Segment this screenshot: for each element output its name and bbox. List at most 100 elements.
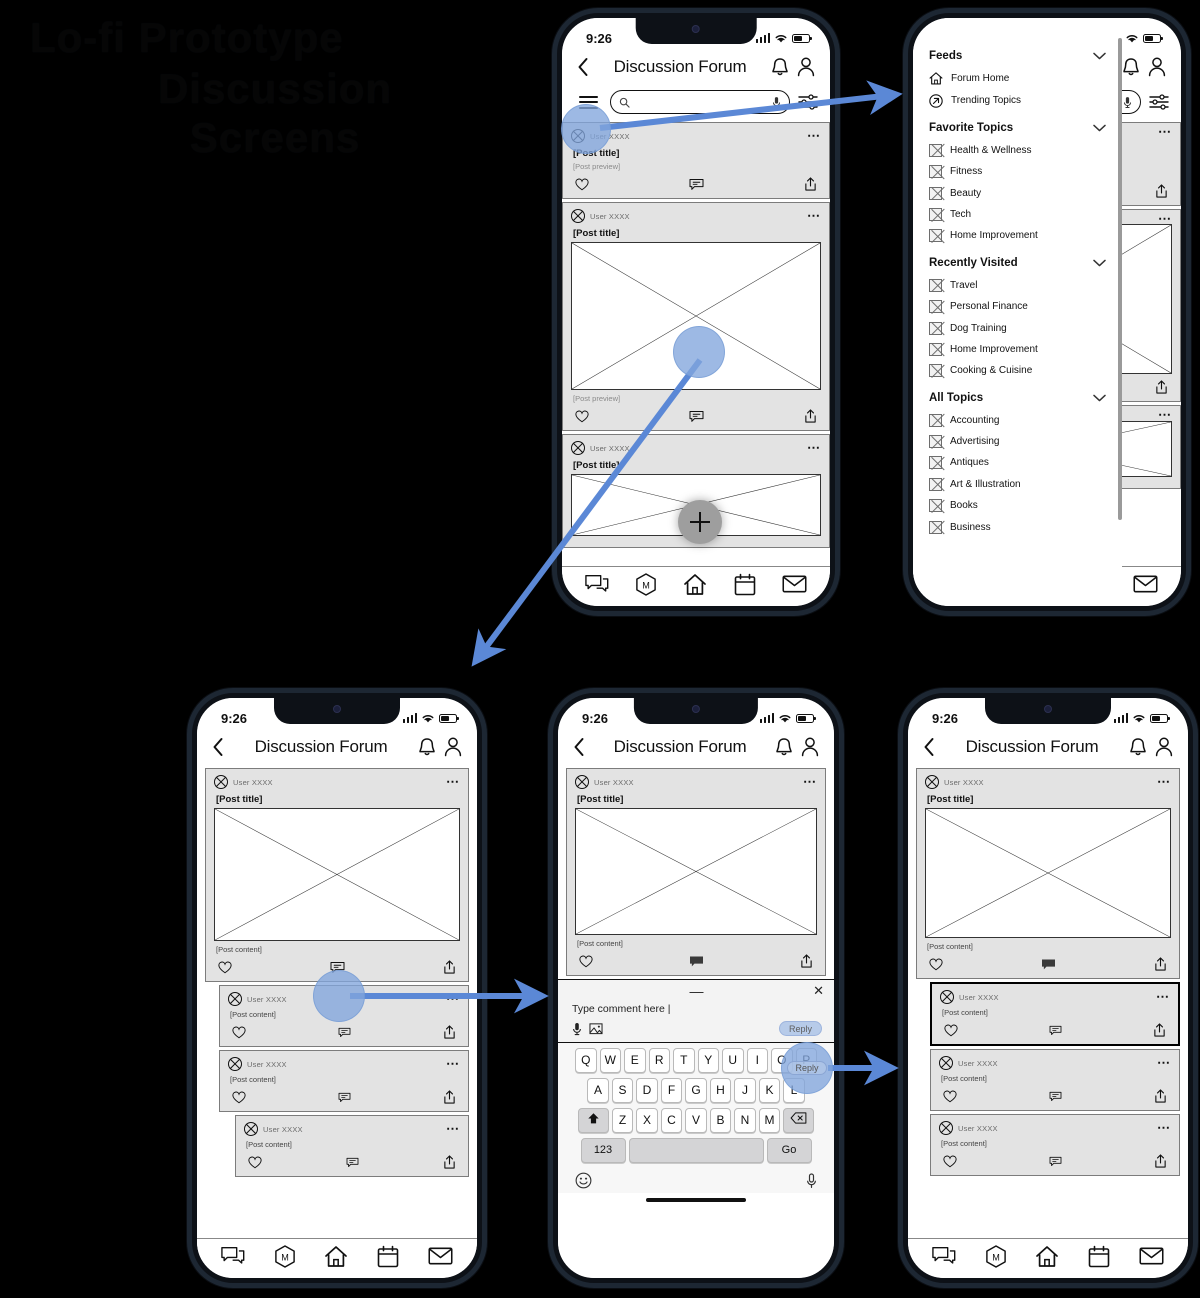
microphone-icon[interactable]: [1123, 96, 1132, 109]
key-u[interactable]: U: [722, 1048, 744, 1073]
key-g[interactable]: G: [685, 1078, 707, 1103]
chevron-down-icon[interactable]: [1093, 259, 1106, 267]
nav-messages[interactable]: [221, 1246, 245, 1272]
comment-icon[interactable]: [1049, 1091, 1062, 1102]
more-options-icon[interactable]: ⋯: [446, 1057, 460, 1069]
heart-icon[interactable]: [218, 961, 232, 974]
comment-icon[interactable]: [1049, 1156, 1062, 1167]
notification-bell-icon[interactable]: [770, 56, 790, 78]
more-options-icon[interactable]: ⋯: [1158, 125, 1172, 137]
comment-input[interactable]: Type comment here |: [568, 998, 824, 1021]
drawer-section-header[interactable]: All Topics: [929, 392, 1106, 404]
close-icon[interactable]: ✕: [813, 984, 824, 997]
more-options-icon[interactable]: ⋯: [807, 129, 821, 141]
share-icon[interactable]: [1153, 1023, 1166, 1037]
filter-sliders-icon[interactable]: [798, 93, 818, 111]
heart-icon[interactable]: [248, 1156, 262, 1169]
user-profile-icon[interactable]: [796, 56, 816, 78]
key-x[interactable]: X: [636, 1108, 658, 1133]
drawer-item-dog-training[interactable]: Dog Training: [929, 317, 1106, 338]
share-icon[interactable]: [1155, 183, 1168, 198]
comment-card[interactable]: User XXXX ⋯ [Post content]: [219, 1050, 469, 1112]
post-card-main[interactable]: User XXXX ⋯ [Post title] [Post content]: [916, 768, 1180, 979]
comment-card[interactable]: User XXXX ⋯ [Post content]: [930, 1049, 1180, 1111]
comment-icon[interactable]: [689, 410, 704, 423]
user-profile-icon[interactable]: [800, 736, 820, 758]
key-y[interactable]: Y: [697, 1048, 719, 1073]
key-i[interactable]: I: [746, 1048, 768, 1073]
reply-hotspot[interactable]: Reply: [781, 1042, 833, 1094]
post-detail-body[interactable]: User XXXX ⋯ [Post title] [Post content]: [908, 768, 1188, 1238]
bottom-navigation[interactable]: M: [908, 1238, 1188, 1278]
key-w[interactable]: W: [599, 1048, 621, 1073]
key-z[interactable]: Z: [611, 1108, 634, 1133]
drawer-item-health-wellness[interactable]: Health & Wellness: [929, 140, 1106, 161]
key-f[interactable]: F: [660, 1078, 683, 1103]
drawer-section-header[interactable]: Recently Visited: [929, 257, 1106, 269]
nav-home[interactable]: [1035, 1245, 1059, 1273]
key-h[interactable]: H: [709, 1078, 732, 1103]
comment-icon[interactable]: [689, 178, 704, 191]
microphone-icon[interactable]: [806, 1172, 817, 1189]
heart-icon[interactable]: [943, 1155, 957, 1168]
share-icon[interactable]: [443, 1090, 456, 1104]
heart-icon[interactable]: [232, 1091, 246, 1104]
emoji-smiley-icon[interactable]: [575, 1172, 592, 1189]
post-image-placeholder[interactable]: [925, 808, 1171, 938]
more-options-icon[interactable]: ⋯: [1158, 408, 1172, 420]
notification-bell-icon[interactable]: [1128, 736, 1148, 758]
drawer-item-trending-topics[interactable]: Trending Topics: [929, 89, 1106, 111]
post-image-placeholder[interactable]: [214, 808, 460, 941]
image-attach-icon[interactable]: [589, 1022, 603, 1035]
share-icon[interactable]: [1154, 1154, 1167, 1168]
user-profile-icon[interactable]: [443, 736, 463, 758]
nav-mail[interactable]: [1139, 1246, 1164, 1271]
comment-card-new[interactable]: User XXXX ⋯ [Post content]: [930, 982, 1180, 1046]
chevron-down-icon[interactable]: [1093, 394, 1106, 402]
nav-home[interactable]: [683, 573, 707, 601]
minimize-icon[interactable]: —: [580, 984, 813, 998]
heart-icon[interactable]: [575, 410, 589, 423]
nav-messages[interactable]: [585, 574, 609, 600]
drawer-item-accounting[interactable]: Accounting: [929, 410, 1106, 431]
key-m[interactable]: M: [758, 1108, 781, 1133]
microphone-icon[interactable]: [572, 1022, 582, 1036]
drawer-item-home-improvement[interactable]: Home Improvement: [929, 225, 1106, 246]
drawer-item-books[interactable]: Books: [929, 495, 1106, 516]
bottom-navigation[interactable]: M: [197, 1238, 477, 1278]
key-r[interactable]: R: [648, 1048, 670, 1073]
share-icon[interactable]: [1154, 1089, 1167, 1103]
key-j[interactable]: J: [734, 1078, 756, 1103]
drawer-item-beauty[interactable]: Beauty: [929, 183, 1106, 204]
more-options-icon[interactable]: ⋯: [803, 775, 817, 787]
back-chevron-icon[interactable]: [922, 737, 936, 757]
more-options-icon[interactable]: ⋯: [807, 209, 821, 221]
key-s[interactable]: S: [611, 1078, 634, 1103]
notification-bell-icon[interactable]: [774, 736, 794, 758]
notification-bell-icon[interactable]: [1121, 56, 1141, 78]
back-chevron-icon[interactable]: [572, 737, 586, 757]
post-card-main[interactable]: User XXXX ⋯ [Post title] [Post content]: [205, 768, 469, 982]
more-options-icon[interactable]: ⋯: [1156, 990, 1170, 1002]
comment-card[interactable]: User XXXX ⋯ [Post content]: [235, 1115, 469, 1177]
key-k[interactable]: K: [758, 1078, 781, 1103]
more-options-icon[interactable]: ⋯: [1158, 212, 1172, 224]
comment-icon[interactable]: [689, 955, 704, 968]
backspace-icon[interactable]: [783, 1108, 815, 1133]
heart-icon[interactable]: [232, 1026, 246, 1039]
navigation-drawer[interactable]: Feeds Forum Home Trending Topics Favorit…: [913, 18, 1123, 606]
drawer-item-travel[interactable]: Travel: [929, 275, 1106, 296]
comment-icon[interactable]: [346, 1157, 359, 1168]
add-post-fab-icon[interactable]: [678, 500, 722, 544]
comment-icon[interactable]: [1041, 958, 1056, 971]
nav-mail[interactable]: [428, 1246, 453, 1271]
more-options-icon[interactable]: ⋯: [807, 441, 821, 453]
more-options-icon[interactable]: ⋯: [1157, 775, 1171, 787]
nav-calendar[interactable]: [1088, 1245, 1110, 1273]
user-profile-icon[interactable]: [1147, 56, 1167, 78]
drawer-item-cooking-cuisine[interactable]: Cooking & Cuisine: [929, 360, 1106, 381]
comment-card[interactable]: User XXXX ⋯ [Post content]: [930, 1114, 1180, 1176]
key-n[interactable]: N: [734, 1108, 756, 1133]
drawer-item-art-illustration[interactable]: Art & Illustration: [929, 474, 1106, 495]
post-image-placeholder[interactable]: [575, 808, 817, 935]
